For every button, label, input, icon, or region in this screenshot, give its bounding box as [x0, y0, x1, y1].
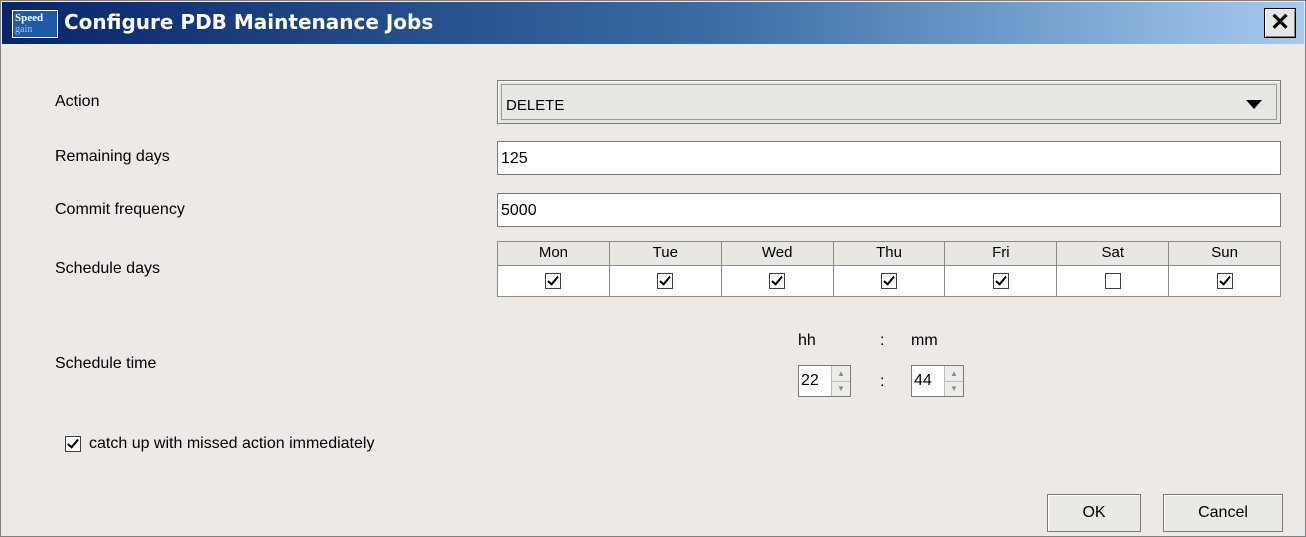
catchup-label: catch up with missed action immediately [89, 435, 375, 452]
action-select-inner: DELETE [501, 84, 1277, 120]
app-logo-text-top: Speed [15, 12, 44, 24]
close-button[interactable]: ✕ [1264, 8, 1296, 38]
remaining-days-input[interactable]: 125 [497, 141, 1281, 175]
action-label: Action [55, 93, 100, 110]
day-name: Fri [945, 242, 1057, 266]
commit-frequency-label: Commit frequency [55, 201, 185, 218]
day-name: Wed [721, 242, 833, 266]
day-cell [1169, 266, 1280, 296]
minute-spinner[interactable]: 44 ▲ ▼ [911, 365, 964, 397]
day-cell [722, 266, 833, 296]
close-icon: ✕ [1269, 9, 1291, 36]
spinner-up-icon[interactable]: ▲ [945, 366, 963, 382]
time-separator: : [880, 373, 885, 390]
schedule-days-label: Schedule days [55, 260, 160, 277]
day-checkbox-thu[interactable] [881, 273, 897, 289]
day-cell [834, 266, 945, 296]
catchup-option[interactable]: catch up with missed action immediately [65, 435, 374, 453]
day-name: Tue [609, 242, 721, 266]
day-name: Mon [498, 242, 609, 266]
remaining-days-label: Remaining days [55, 148, 170, 165]
day-checkbox-sun[interactable] [1216, 273, 1233, 289]
day-column-sat: Sat [1057, 242, 1170, 296]
day-column-wed: Wed [721, 242, 834, 296]
day-name: Sun [1169, 242, 1281, 266]
chevron-down-icon[interactable] [1246, 100, 1262, 109]
app-logo-icon: Speed gain [12, 10, 58, 38]
time-header-separator: : [880, 332, 885, 349]
action-select-value: DELETE [506, 97, 565, 114]
commit-frequency-input[interactable]: 5000 [497, 193, 1281, 227]
app-logo-text-bottom: gain [15, 24, 33, 35]
minute-spinner-arrows: ▲ ▼ [944, 366, 963, 396]
hour-value[interactable]: 22 [799, 366, 831, 396]
spinner-down-icon[interactable]: ▼ [945, 382, 963, 397]
hh-label: hh [798, 332, 816, 349]
mm-label: mm [911, 332, 938, 349]
day-column-mon: Mon [498, 242, 610, 296]
spinner-up-icon[interactable]: ▲ [832, 366, 850, 382]
day-cell [610, 266, 721, 296]
window-title: Configure PDB Maintenance Jobs [64, 10, 434, 34]
day-cell [945, 266, 1056, 296]
configure-dialog: Speed gain Configure PDB Maintenance Job… [0, 0, 1306, 537]
day-column-thu: Thu [833, 242, 946, 296]
cancel-button[interactable]: Cancel [1163, 494, 1283, 532]
day-checkbox-wed[interactable] [769, 273, 786, 289]
day-checkbox-mon[interactable] [545, 273, 562, 289]
day-checkbox-sat[interactable] [1104, 273, 1121, 289]
day-column-tue: Tue [609, 242, 722, 296]
day-checkbox-fri[interactable] [992, 273, 1009, 289]
spinner-down-icon[interactable]: ▼ [832, 382, 850, 397]
day-cell [1057, 266, 1168, 296]
day-name: Thu [833, 242, 945, 266]
ok-button[interactable]: OK [1047, 494, 1141, 532]
minute-value[interactable]: 44 [912, 366, 944, 396]
day-column-sun: Sun [1169, 242, 1281, 296]
schedule-days-table: Mon Tue Wed Thu Fri Sat Sun [497, 241, 1281, 297]
catchup-checkbox[interactable] [65, 436, 81, 452]
title-bar[interactable]: Speed gain Configure PDB Maintenance Job… [2, 2, 1304, 44]
hour-spinner[interactable]: 22 ▲ ▼ [798, 365, 851, 397]
hour-spinner-arrows: ▲ ▼ [831, 366, 850, 396]
day-checkbox-tue[interactable] [657, 273, 674, 289]
day-name: Sat [1057, 242, 1169, 266]
action-select[interactable]: DELETE [497, 80, 1281, 124]
day-column-fri: Fri [945, 242, 1058, 296]
schedule-time-label: Schedule time [55, 355, 157, 372]
day-cell [498, 266, 609, 296]
